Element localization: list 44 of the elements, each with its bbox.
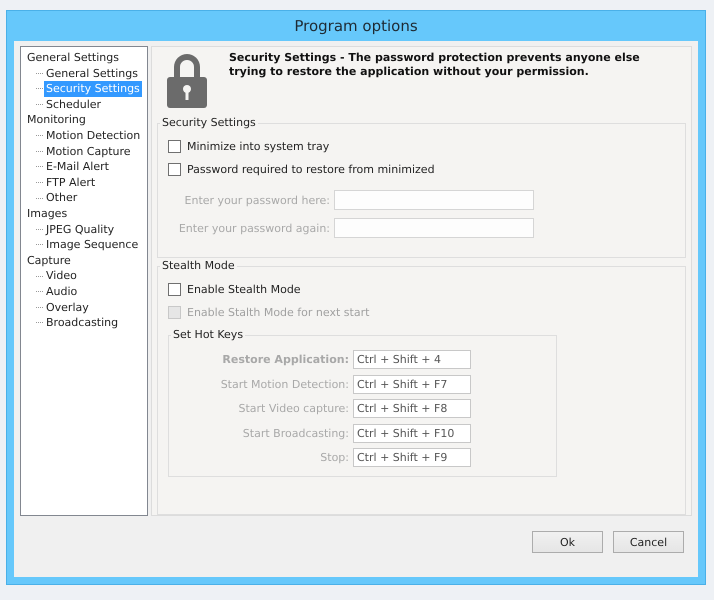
tree-item[interactable]: Video <box>44 268 79 284</box>
padlock-icon <box>165 51 209 109</box>
tree-item[interactable]: Motion Capture <box>44 144 133 160</box>
tree-item[interactable]: General Settings <box>44 66 140 82</box>
tree-item[interactable]: Scheduler <box>44 96 104 112</box>
hotkey-label: Start Video capture: <box>238 402 349 416</box>
tree-item[interactable]: Motion Detection <box>44 128 142 144</box>
checkbox[interactable] <box>168 163 181 176</box>
tree-item[interactable]: Broadcasting <box>44 315 120 331</box>
checkbox-label: Enable Stealth Mode <box>187 283 301 296</box>
hotkey-label: Start Motion Detection: <box>220 378 349 391</box>
group-title: Set Hot Keys <box>171 328 246 342</box>
checkbox[interactable] <box>168 283 181 296</box>
section-description: Security Settings - The password protection prevents anyone else trying to restore the application without your permission. <box>229 51 641 80</box>
cancel-button[interactable]: Cancel <box>613 531 684 553</box>
ok-button[interactable]: Ok <box>532 531 603 553</box>
window-title: Program options <box>293 16 419 37</box>
group-title: Stealth Mode <box>160 259 237 272</box>
tree-item[interactable]: E-Mail Alert <box>44 159 111 175</box>
hotkey-label: Stop: <box>319 451 349 464</box>
checkbox[interactable] <box>168 140 181 153</box>
hotkey-label: Start Broadcasting: <box>242 426 349 440</box>
tree-item[interactable]: Other <box>44 190 80 206</box>
tree-item[interactable]: Audio <box>44 284 80 300</box>
checkbox-label: Minimize into system tray <box>187 140 330 153</box>
checkbox-label: Password required to restore from minimized <box>187 163 435 176</box>
hotkey-field[interactable]: Ctrl + Shift + F7 <box>353 374 471 394</box>
hotkey-field[interactable]: Ctrl + Shift + F8 <box>353 399 471 418</box>
field-label: Enter your password here: <box>184 194 330 206</box>
hotkey-field[interactable]: Ctrl + Shift + F9 <box>353 448 471 468</box>
tree-item[interactable]: Image Sequence <box>44 237 140 253</box>
hotkey-label: Restore Application: <box>221 353 349 366</box>
tree-item[interactable]: General Settings <box>25 50 121 66</box>
field-label: Enter your password again: <box>178 222 330 234</box>
hotkey-field[interactable]: Ctrl + Shift + 4 <box>353 350 471 370</box>
tree-item[interactable]: Images <box>25 206 70 222</box>
tree-item[interactable]: JPEG Quality <box>44 222 116 238</box>
checkbox-label: Enable Stalth Mode for next start <box>187 306 370 320</box>
tree-item[interactable]: Monitoring <box>25 112 88 128</box>
tree-item[interactable]: FTP Alert <box>44 174 98 190</box>
tree-item[interactable]: Overlay <box>44 300 91 316</box>
group-title: Security Settings <box>160 116 258 129</box>
tree-item[interactable]: Capture <box>25 252 73 268</box>
hotkey-field[interactable]: Ctrl + Shift + F10 <box>353 424 471 443</box>
